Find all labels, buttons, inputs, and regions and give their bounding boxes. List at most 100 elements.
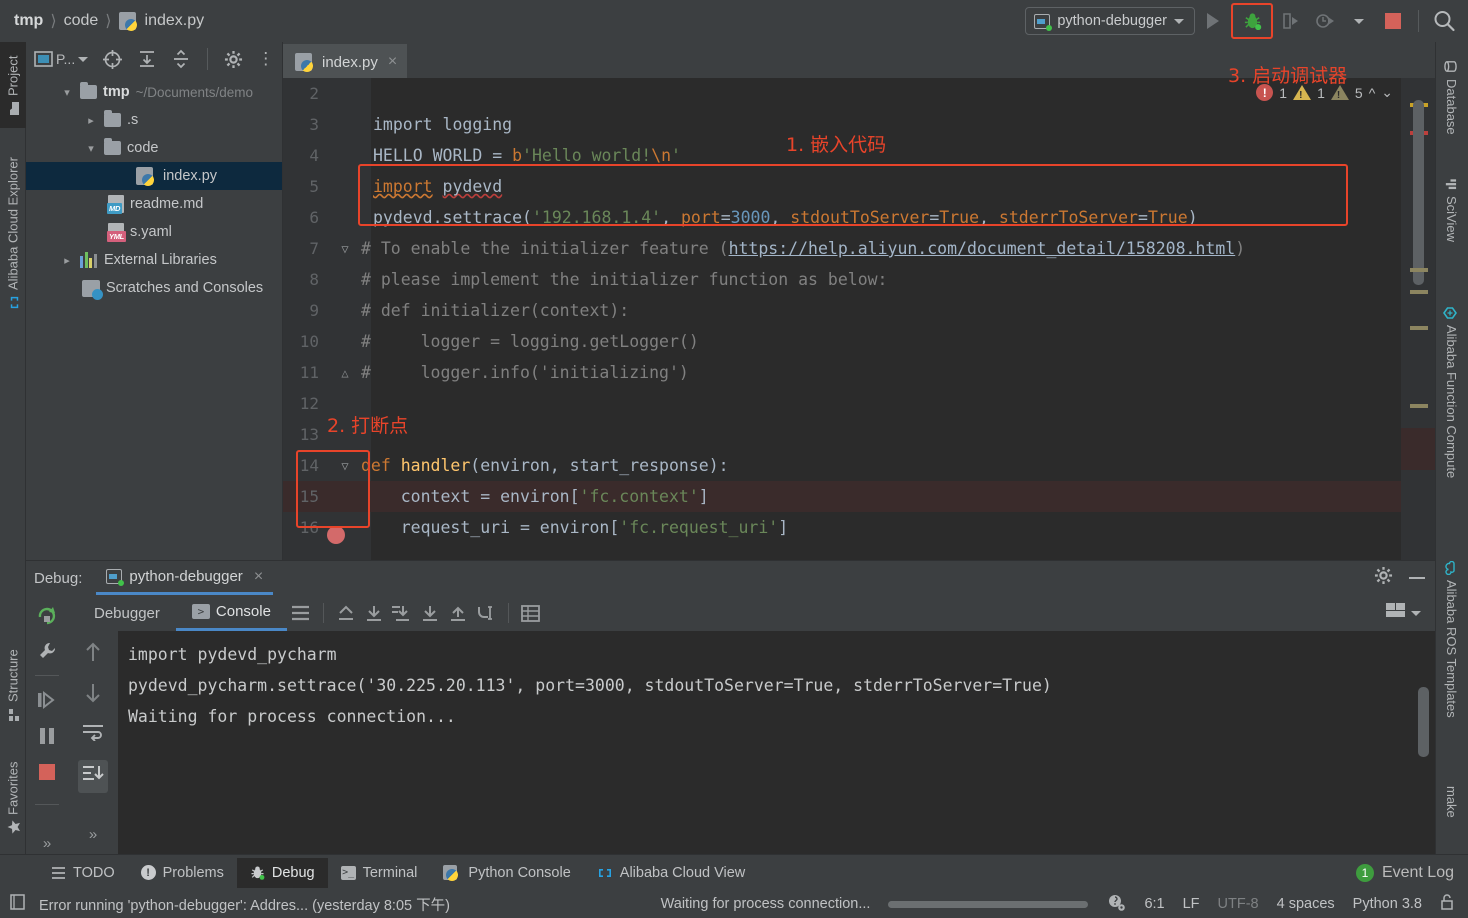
sidebar-item-alibaba-cloud-explorer[interactable]: Alibaba Cloud Explorer — [0, 138, 26, 328]
code-line-breakpoint[interactable]: 15 context = environ['fc.context'] — [283, 481, 1435, 512]
debug-settings-button[interactable] — [1374, 566, 1393, 590]
code-line[interactable]: 13 — [283, 419, 1435, 450]
debug-attach-button[interactable] — [1275, 5, 1307, 37]
tool-window-python-console[interactable]: Python Console — [430, 858, 583, 888]
previous-issue-button[interactable]: ^ — [1369, 85, 1376, 101]
expand-all-button[interactable] — [137, 49, 157, 69]
project-more-options-button[interactable]: ⋮ — [257, 49, 274, 69]
fold-gutter[interactable]: △ — [329, 366, 361, 380]
tree-node-external-libraries[interactable]: ▸ External Libraries — [26, 246, 282, 274]
tree-node-dot-s[interactable]: ▸ .s — [26, 106, 282, 134]
sidebar-item-favorites[interactable]: Favorites — [0, 742, 26, 854]
tree-node-s-yaml[interactable]: YML s.yaml — [26, 218, 282, 246]
tab-console[interactable]: > Console — [175, 595, 287, 631]
force-step-into-button[interactable] — [388, 599, 416, 627]
soft-wrap-button[interactable] — [82, 723, 104, 746]
search-everywhere-button[interactable] — [1428, 5, 1460, 37]
minimize-button[interactable] — [1409, 577, 1425, 579]
code-line[interactable]: 14 ▽ def handler(environ, start_response): — [283, 450, 1435, 481]
breakpoint-marker[interactable] — [327, 526, 345, 544]
breadcrumb-item-file[interactable]: index.py — [145, 12, 205, 30]
tool-window-alibaba-cloud-view[interactable]: Alibaba Cloud View — [584, 858, 758, 888]
code-line[interactable]: 11 △ # logger.info('initializing') — [283, 357, 1435, 388]
debug-session-tab[interactable]: python-debugger × — [96, 561, 274, 595]
inspection-widget[interactable]: ! 1 ! 1 ! 5 ^ ⌄ — [1256, 84, 1393, 101]
tool-window-todo[interactable]: TODO — [38, 858, 128, 888]
code-line[interactable]: 10 # logger = logging.getLogger() — [283, 326, 1435, 357]
scroll-up-button[interactable] — [84, 641, 102, 668]
tool-window-problems[interactable]: ! Problems — [128, 858, 237, 888]
code-line[interactable]: 6 pydevd.settrace('192.168.1.4', port=300… — [283, 202, 1435, 233]
console-output[interactable]: import pydevd_pycharm pydevd_pycharm.set… — [118, 631, 1435, 855]
chevron-right-icon[interactable]: ▸ — [84, 114, 98, 127]
sidebar-item-database[interactable]: Database — [1435, 42, 1468, 152]
tool-window-debug[interactable]: Debug — [236, 857, 328, 888]
lock-icon[interactable] — [1440, 894, 1454, 914]
chevron-down-icon[interactable]: ▾ — [60, 86, 74, 99]
console-more-actions-button[interactable]: » — [89, 826, 97, 843]
run-configuration-selector[interactable]: python-debugger — [1025, 7, 1195, 35]
step-into-button[interactable] — [416, 599, 444, 627]
evaluate-expression-button[interactable] — [517, 599, 545, 627]
breadcrumb-item-code[interactable]: code — [64, 12, 99, 30]
code-line[interactable]: 7 ▽ # To enable the initializer feature (h… — [283, 233, 1435, 264]
tree-node-tmp[interactable]: ▾ tmp ~/Documents/demo — [26, 78, 282, 106]
indent-setting[interactable]: 4 spaces — [1277, 896, 1335, 912]
inspection-level-icon[interactable] — [1106, 893, 1126, 916]
next-issue-button[interactable]: ⌄ — [1381, 84, 1393, 101]
fold-gutter[interactable]: ▽ — [329, 242, 361, 256]
step-out-button[interactable] — [332, 599, 360, 627]
editor-tab-index-py[interactable]: index.py × — [283, 44, 408, 78]
tree-node-scratches-and-consoles[interactable]: Scratches and Consoles — [26, 274, 282, 302]
resume-program-button[interactable] — [34, 688, 60, 712]
code-line[interactable]: 16 request_uri = environ['fc.request_uri… — [283, 512, 1435, 543]
collapse-all-button[interactable] — [171, 49, 191, 69]
step-over-button[interactable] — [360, 599, 388, 627]
sidebar-item-sciview[interactable]: SciView — [1435, 162, 1468, 257]
scroll-down-button[interactable] — [84, 682, 102, 709]
run-button[interactable] — [1197, 5, 1229, 37]
code-line[interactable]: 5 import pydevd — [283, 171, 1435, 202]
chevron-down-icon[interactable] — [1411, 610, 1421, 616]
breadcrumb-item-tmp[interactable]: tmp — [14, 12, 43, 30]
scroll-to-end-button[interactable] — [78, 760, 108, 793]
editor-scrollbar[interactable] — [1401, 78, 1435, 560]
status-message[interactable]: Error running 'python-debugger': Addres.… — [39, 894, 450, 915]
code-line[interactable]: 8 # please implement the initializer func… — [283, 264, 1435, 295]
project-view-selector[interactable]: P... — [34, 51, 89, 67]
line-separator[interactable]: LF — [1183, 896, 1200, 912]
stop-button[interactable] — [1377, 5, 1409, 37]
tree-node-code[interactable]: ▾ code — [26, 134, 282, 162]
layout-preview-button[interactable] — [1385, 602, 1407, 625]
run-to-cursor-button[interactable] — [472, 599, 500, 627]
file-encoding[interactable]: UTF-8 — [1218, 896, 1259, 912]
sidebar-item-project[interactable]: Project — [0, 42, 26, 128]
close-icon[interactable]: × — [388, 53, 397, 71]
close-icon[interactable]: × — [254, 568, 263, 586]
tree-node-readme-md[interactable]: MD readme.md — [26, 190, 282, 218]
caret-position[interactable]: 6:1 — [1144, 896, 1164, 912]
chevron-down-icon[interactable]: ▾ — [84, 142, 98, 155]
more-actions-button[interactable]: » — [34, 831, 60, 855]
layout-settings-button[interactable] — [287, 599, 315, 627]
tree-node-index-py[interactable]: index.py — [26, 162, 282, 190]
python-interpreter[interactable]: Python 3.8 — [1353, 896, 1422, 912]
rerun-button[interactable] — [34, 603, 60, 627]
scrollbar-thumb[interactable] — [1413, 100, 1424, 285]
sidebar-item-make[interactable]: make — [1435, 764, 1468, 839]
sidebar-item-alibaba-function-compute[interactable]: Alibaba Function Compute — [1435, 270, 1468, 515]
console-scrollbar-thumb[interactable] — [1418, 687, 1429, 757]
step-out-up-button[interactable] — [444, 599, 472, 627]
sidebar-item-alibaba-ros-templates[interactable]: Alibaba ROS Templates — [1435, 527, 1468, 752]
project-settings-button[interactable] — [224, 50, 243, 69]
tab-debugger[interactable]: Debugger — [78, 595, 176, 631]
debug-button[interactable] — [1231, 3, 1273, 39]
more-run-options-button[interactable] — [1343, 5, 1375, 37]
chevron-right-icon[interactable]: ▸ — [60, 254, 74, 267]
memory-indicator-icon[interactable] — [10, 894, 25, 914]
stop-program-button[interactable] — [34, 760, 60, 784]
edit-configuration-button[interactable] — [34, 639, 60, 663]
code-line[interactable]: 12 — [283, 388, 1435, 419]
code-line[interactable]: 9 # def initializer(context): — [283, 295, 1435, 326]
sidebar-item-structure[interactable]: Structure — [0, 630, 26, 740]
